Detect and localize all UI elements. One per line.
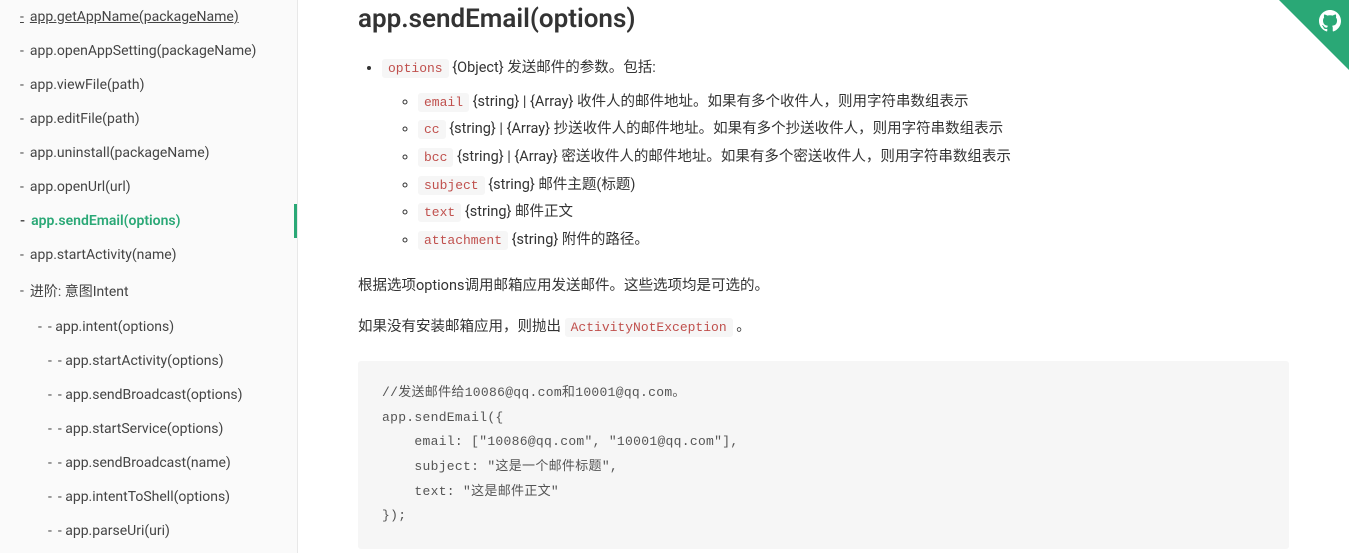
sidebar-item-label: app.openAppSetting(packageName) [30, 43, 257, 59]
sidebar-dash: - [48, 455, 52, 471]
sidebar-item-9[interactable]: -- app.intent(options) [0, 310, 297, 344]
param-text: {string} 邮件正文 [461, 203, 573, 220]
param-options: options {Object} 发送邮件的参数。包括: email {stri… [382, 54, 1289, 254]
param-item-1: cc {string} | {Array} 抄送收件人的邮件地址。如果有多个抄送… [418, 115, 1289, 143]
param-item-4: text {string} 邮件正文 [418, 198, 1289, 226]
sidebar-item-3[interactable]: -app.editFile(path) [0, 102, 297, 136]
sidebar-dash: - [48, 523, 52, 539]
paragraph-desc: 根据选项options调用邮箱应用发送邮件。这些选项均是可选的。 [358, 272, 1289, 300]
param-code: attachment [418, 231, 508, 250]
sidebar-item-6[interactable]: -app.sendEmail(options) [0, 204, 297, 238]
sidebar-dash: - [20, 247, 24, 263]
sidebar-dash: - [48, 489, 52, 505]
param-item-2: bcc {string} | {Array} 密送收件人的邮件地址。如果有多个密… [418, 143, 1289, 171]
page-title: app.sendEmail(options) [358, 4, 1289, 34]
main-content: app.sendEmail(options) options {Object} … [298, 0, 1349, 553]
sidebar-item-7[interactable]: -app.startActivity(name) [0, 238, 297, 272]
sidebar-item-0[interactable]: -app.getAppName(packageName) [0, 0, 297, 34]
sidebar-item-label: app.getAppName(packageName) [30, 9, 239, 25]
sidebar: -app.getAppName(packageName)-app.openApp… [0, 0, 298, 553]
sidebar-item-label: - app.intent(options) [48, 319, 174, 335]
param-text: {string} | {Array} 抄送收件人的邮件地址。如果有多个抄送收件人… [446, 120, 1004, 137]
text-options: {Object} 发送邮件的参数。包括: [449, 59, 656, 76]
sidebar-dash: - [48, 421, 52, 437]
sidebar-item-label: - app.sendBroadcast(name) [58, 455, 231, 471]
sidebar-item-10[interactable]: -- app.startActivity(options) [0, 344, 297, 378]
sidebar-dash: - [20, 43, 24, 59]
para2-prefix: 如果没有安装邮箱应用，则抛出 [358, 318, 565, 335]
sidebar-dash: - [20, 9, 24, 25]
sidebar-dash: - [20, 213, 25, 229]
param-item-0: email {string} | {Array} 收件人的邮件地址。如果有多个收… [418, 88, 1289, 116]
param-code: bcc [418, 148, 453, 167]
sidebar-item-11[interactable]: -- app.sendBroadcast(options) [0, 378, 297, 412]
sidebar-item-label: - app.sendBroadcast(options) [58, 387, 243, 403]
code-exception: ActivityNotException [565, 318, 733, 337]
params-list: options {Object} 发送邮件的参数。包括: email {stri… [358, 54, 1289, 254]
param-code: cc [418, 120, 446, 139]
sidebar-item-14[interactable]: -- app.intentToShell(options) [0, 480, 297, 514]
sidebar-item-label: app.editFile(path) [30, 111, 140, 127]
sidebar-item-5[interactable]: -app.openUrl(url) [0, 170, 297, 204]
sidebar-item-label: app.startActivity(name) [30, 247, 177, 263]
param-code: subject [418, 176, 485, 195]
sidebar-item-label: 进阶: 意图Intent [30, 281, 129, 301]
param-text: {string} | {Array} 收件人的邮件地址。如果有多个收件人，则用字… [469, 93, 969, 110]
sidebar-dash: - [20, 145, 24, 161]
sidebar-item-label: app.sendEmail(options) [31, 213, 180, 229]
param-text: {string} 邮件主题(标题) [485, 176, 636, 193]
para2-suffix: 。 [733, 318, 751, 335]
sidebar-item-label: - app.startService(options) [58, 421, 223, 437]
params-inner-list: email {string} | {Array} 收件人的邮件地址。如果有多个收… [382, 88, 1289, 254]
sidebar-dash: - [20, 111, 24, 127]
sidebar-item-13[interactable]: -- app.sendBroadcast(name) [0, 446, 297, 480]
param-item-5: attachment {string} 附件的路径。 [418, 226, 1289, 254]
sidebar-dash: - [20, 77, 24, 93]
code-options: options [382, 59, 449, 78]
param-text: {string} | {Array} 密送收件人的邮件地址。如果有多个密送收件人… [453, 148, 1011, 165]
sidebar-item-8[interactable]: -进阶: 意图Intent [0, 272, 297, 310]
sidebar-item-1[interactable]: -app.openAppSetting(packageName) [0, 34, 297, 68]
sidebar-item-label: app.viewFile(path) [30, 77, 145, 93]
sidebar-item-label: app.openUrl(url) [30, 179, 131, 195]
paragraph-exception: 如果没有安装邮箱应用，则抛出 ActivityNotException 。 [358, 313, 1289, 341]
sidebar-dash: - [48, 353, 52, 369]
sidebar-item-label: - app.startActivity(options) [58, 353, 224, 369]
github-icon[interactable] [1319, 10, 1341, 37]
sidebar-dash: - [20, 179, 24, 195]
param-text: {string} 附件的路径。 [508, 231, 649, 248]
sidebar-item-12[interactable]: -- app.startService(options) [0, 412, 297, 446]
code-example: //发送邮件给10086@qq.com和10001@qq.com。 app.se… [358, 361, 1289, 549]
sidebar-dash: - [38, 319, 42, 335]
sidebar-dash: - [48, 387, 52, 403]
sidebar-item-label: - app.parseUri(uri) [58, 523, 170, 539]
param-code: text [418, 203, 461, 222]
sidebar-item-label: app.uninstall(packageName) [30, 145, 210, 161]
sidebar-item-4[interactable]: -app.uninstall(packageName) [0, 136, 297, 170]
sidebar-item-label: - app.intentToShell(options) [58, 489, 230, 505]
param-code: email [418, 93, 469, 112]
sidebar-item-15[interactable]: -- app.parseUri(uri) [0, 514, 297, 548]
sidebar-dash: - [20, 283, 24, 299]
param-item-3: subject {string} 邮件主题(标题) [418, 171, 1289, 199]
sidebar-item-2[interactable]: -app.viewFile(path) [0, 68, 297, 102]
